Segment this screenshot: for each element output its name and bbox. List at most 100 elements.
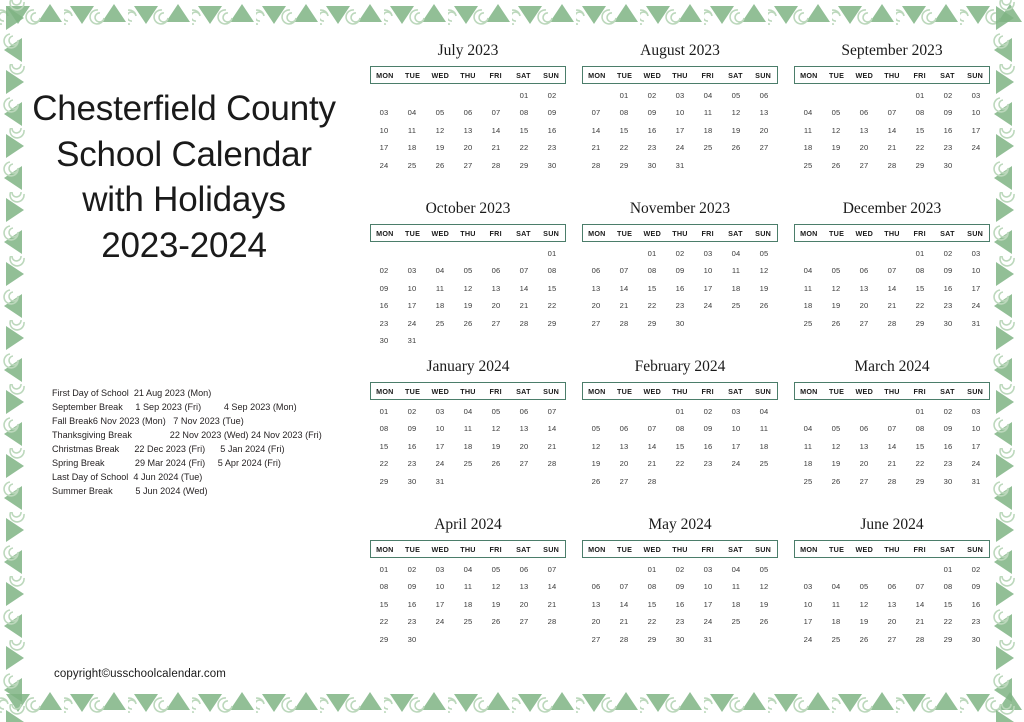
day-cell[interactable]: 07 (582, 104, 610, 121)
day-cell[interactable]: 11 (454, 420, 482, 437)
day-cell[interactable]: 25 (722, 613, 750, 630)
day-cell[interactable]: 17 (398, 297, 426, 314)
day-cell[interactable]: 31 (962, 473, 990, 490)
day-cell[interactable]: 17 (694, 280, 722, 297)
day-cell[interactable]: 03 (694, 561, 722, 578)
day-cell[interactable]: 22 (510, 139, 538, 156)
day-cell[interactable]: 02 (398, 403, 426, 420)
day-cell[interactable]: 18 (822, 613, 850, 630)
day-cell[interactable]: 18 (426, 297, 454, 314)
day-cell[interactable]: 13 (750, 104, 778, 121)
day-cell[interactable]: 26 (482, 613, 510, 630)
day-cell[interactable]: 12 (722, 104, 750, 121)
day-cell[interactable]: 19 (426, 139, 454, 156)
day-cell[interactable]: 25 (722, 297, 750, 314)
day-cell[interactable]: 31 (426, 473, 454, 490)
day-cell[interactable]: 25 (822, 631, 850, 648)
day-cell[interactable]: 03 (666, 87, 694, 104)
day-cell[interactable]: 02 (666, 245, 694, 262)
day-cell[interactable]: 29 (906, 473, 934, 490)
day-cell[interactable]: 06 (582, 262, 610, 279)
day-cell[interactable]: 28 (582, 157, 610, 174)
day-cell[interactable]: 26 (750, 613, 778, 630)
day-cell[interactable]: 20 (850, 455, 878, 472)
day-cell[interactable]: 24 (962, 455, 990, 472)
day-cell[interactable]: 02 (398, 561, 426, 578)
day-cell[interactable]: 22 (666, 455, 694, 472)
day-cell[interactable]: 10 (722, 420, 750, 437)
day-cell[interactable]: 07 (538, 561, 566, 578)
day-cell[interactable]: 27 (510, 613, 538, 630)
day-cell[interactable]: 12 (822, 438, 850, 455)
day-cell[interactable]: 16 (398, 596, 426, 613)
day-cell[interactable]: 13 (878, 596, 906, 613)
day-cell[interactable]: 03 (370, 104, 398, 121)
day-cell[interactable]: 28 (510, 315, 538, 332)
day-cell[interactable]: 14 (878, 438, 906, 455)
day-cell[interactable]: 05 (482, 561, 510, 578)
day-cell[interactable]: 02 (934, 245, 962, 262)
day-cell[interactable]: 05 (822, 262, 850, 279)
day-cell[interactable]: 19 (822, 297, 850, 314)
day-cell[interactable]: 27 (750, 139, 778, 156)
day-cell[interactable]: 17 (962, 438, 990, 455)
day-cell[interactable]: 12 (482, 420, 510, 437)
day-cell[interactable]: 19 (454, 297, 482, 314)
day-cell[interactable]: 28 (878, 157, 906, 174)
day-cell[interactable]: 26 (822, 315, 850, 332)
day-cell[interactable]: 27 (610, 473, 638, 490)
day-cell[interactable]: 04 (454, 403, 482, 420)
day-cell[interactable]: 06 (582, 578, 610, 595)
day-cell[interactable]: 26 (482, 455, 510, 472)
day-cell[interactable]: 11 (694, 104, 722, 121)
day-cell[interactable]: 06 (454, 104, 482, 121)
day-cell[interactable]: 30 (666, 315, 694, 332)
day-cell[interactable]: 08 (906, 420, 934, 437)
day-cell[interactable]: 21 (482, 139, 510, 156)
day-cell[interactable]: 30 (934, 315, 962, 332)
day-cell[interactable]: 17 (694, 596, 722, 613)
day-cell[interactable]: 16 (666, 596, 694, 613)
day-cell[interactable]: 08 (934, 578, 962, 595)
day-cell[interactable]: 15 (906, 438, 934, 455)
day-cell[interactable]: 06 (610, 420, 638, 437)
day-cell[interactable]: 04 (794, 420, 822, 437)
day-cell[interactable]: 05 (722, 87, 750, 104)
day-cell[interactable]: 07 (878, 262, 906, 279)
day-cell[interactable]: 26 (822, 157, 850, 174)
day-cell[interactable]: 28 (538, 613, 566, 630)
day-cell[interactable]: 16 (962, 596, 990, 613)
day-cell[interactable]: 17 (370, 139, 398, 156)
day-cell[interactable]: 06 (482, 262, 510, 279)
day-cell[interactable]: 23 (694, 455, 722, 472)
day-cell[interactable]: 22 (370, 613, 398, 630)
day-cell[interactable]: 03 (398, 262, 426, 279)
day-cell[interactable]: 03 (962, 245, 990, 262)
day-cell[interactable]: 22 (906, 297, 934, 314)
day-cell[interactable]: 24 (426, 455, 454, 472)
day-cell[interactable]: 25 (794, 315, 822, 332)
day-cell[interactable]: 18 (722, 596, 750, 613)
day-cell[interactable]: 06 (850, 104, 878, 121)
day-cell[interactable]: 21 (878, 297, 906, 314)
day-cell[interactable]: 27 (878, 631, 906, 648)
day-cell[interactable]: 16 (666, 280, 694, 297)
day-cell[interactable]: 06 (510, 403, 538, 420)
day-cell[interactable]: 10 (794, 596, 822, 613)
day-cell[interactable]: 23 (666, 297, 694, 314)
day-cell[interactable]: 05 (822, 420, 850, 437)
day-cell[interactable]: 03 (722, 403, 750, 420)
day-cell[interactable]: 08 (906, 262, 934, 279)
day-cell[interactable]: 02 (666, 561, 694, 578)
day-cell[interactable]: 16 (934, 438, 962, 455)
day-cell[interactable]: 20 (750, 122, 778, 139)
day-cell[interactable]: 16 (638, 122, 666, 139)
day-cell[interactable]: 15 (906, 122, 934, 139)
day-cell[interactable]: 24 (370, 157, 398, 174)
day-cell[interactable]: 08 (610, 104, 638, 121)
day-cell[interactable]: 24 (426, 613, 454, 630)
day-cell[interactable]: 08 (666, 420, 694, 437)
day-cell[interactable]: 16 (370, 297, 398, 314)
day-cell[interactable]: 09 (638, 104, 666, 121)
day-cell[interactable]: 14 (878, 122, 906, 139)
